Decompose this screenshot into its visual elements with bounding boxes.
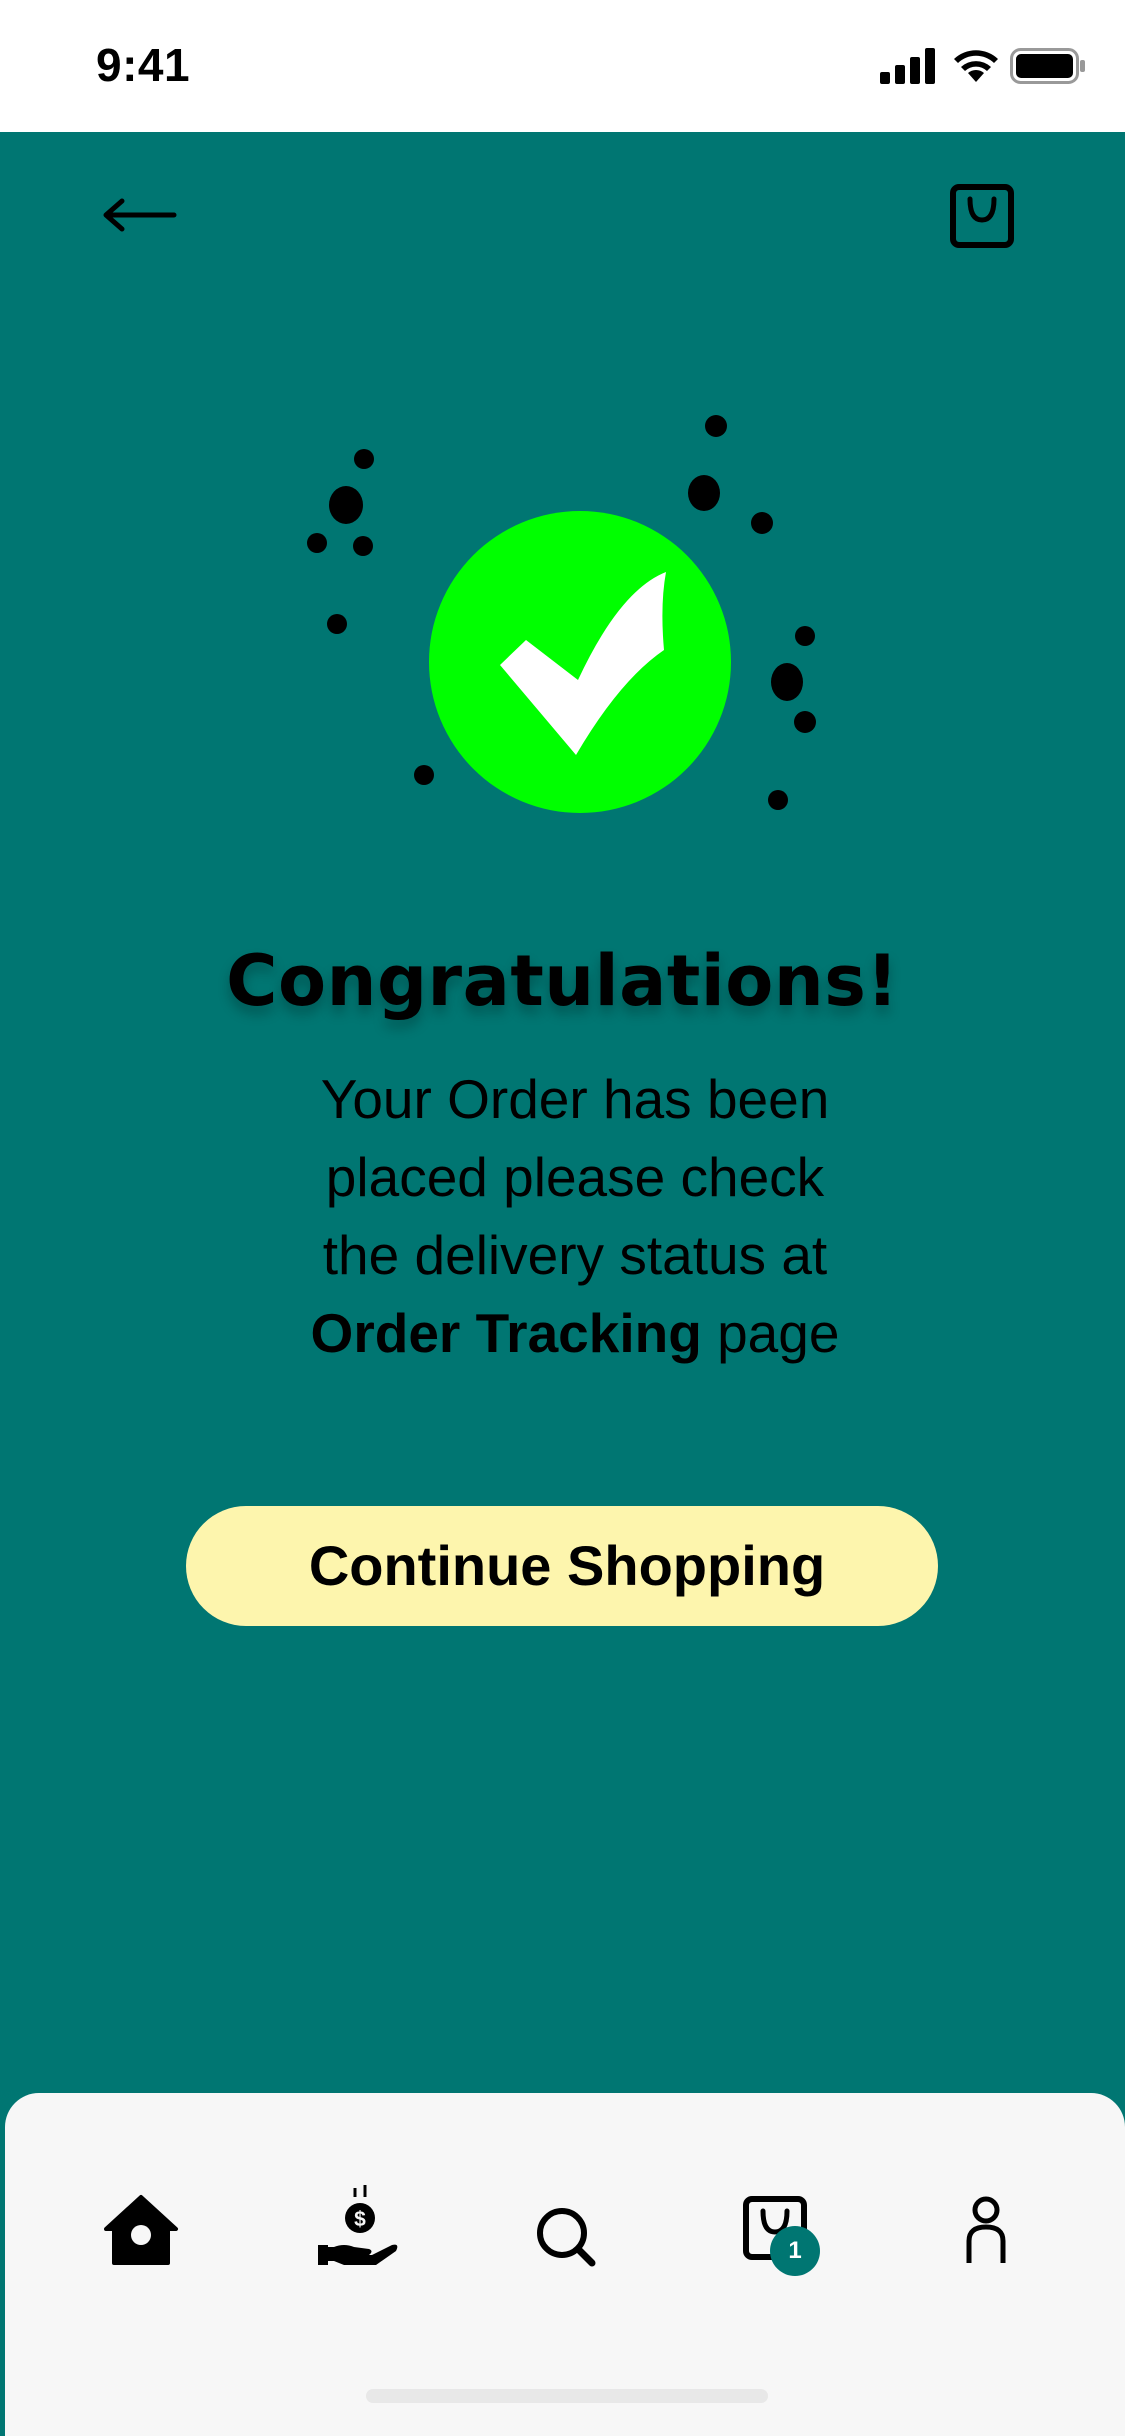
back-button[interactable] [100, 185, 180, 241]
wifi-icon [954, 50, 998, 82]
order-tracking-link[interactable]: Order Tracking [311, 1302, 702, 1364]
cart-button[interactable] [948, 182, 1018, 252]
message-line: Order Tracking page [230, 1294, 920, 1372]
signal-icon [880, 48, 935, 84]
shopping-bag-icon [950, 184, 1014, 248]
svg-text:$: $ [354, 2208, 366, 2231]
message-line: placed please check [325, 1146, 825, 1208]
status-time: 9:41 [96, 39, 191, 91]
home-indicator [366, 2389, 768, 2403]
check-circle-icon [429, 511, 731, 813]
profile-icon [966, 2196, 1006, 2263]
message-tail: page [717, 1302, 840, 1364]
message-line: Your Order has been [320, 1068, 830, 1130]
tab-profile[interactable] [942, 2185, 1032, 2275]
search-icon [537, 2208, 596, 2267]
battery-icon [1010, 48, 1085, 84]
arrow-left-icon [103, 198, 177, 232]
order-message: Your Order has been placed please check … [230, 1060, 920, 1372]
continue-shopping-button[interactable]: Continue Shopping [186, 1506, 938, 1626]
hand-money-icon: $ [318, 2185, 398, 2265]
status-bar: 9:41 [0, 0, 1125, 132]
tab-search[interactable] [522, 2185, 612, 2275]
home-icon [104, 2195, 178, 2265]
success-illustration [307, 415, 816, 813]
cart-badge: 1 [770, 2226, 820, 2276]
tab-offers[interactable]: $ [314, 2185, 404, 2275]
tab-home[interactable] [96, 2185, 186, 2275]
page-title: Congratulations! [226, 940, 899, 1022]
message-line: the delivery status at [322, 1224, 828, 1286]
